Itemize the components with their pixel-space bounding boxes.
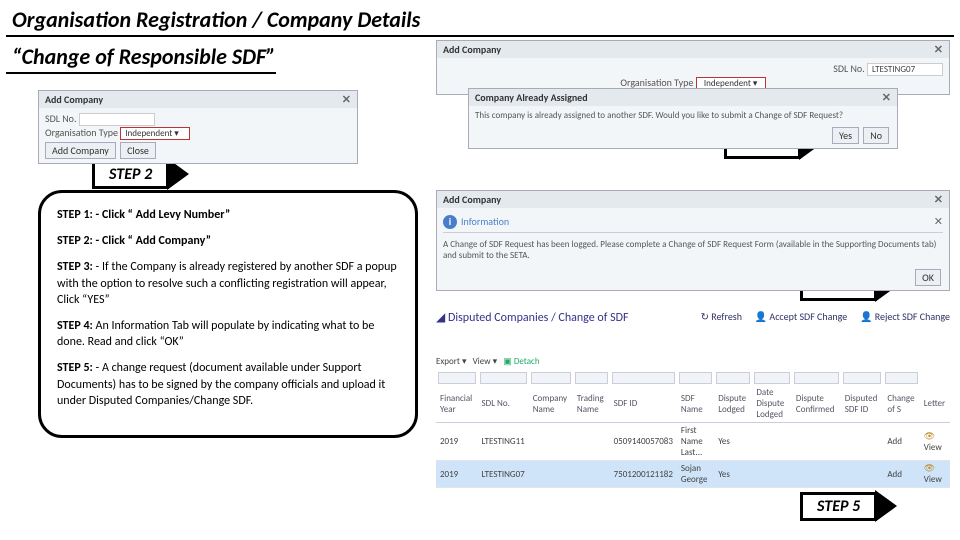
refresh-link[interactable]: ↻ Refresh (701, 310, 742, 323)
view-menu[interactable]: View (473, 356, 491, 367)
info-label: Information (461, 215, 509, 228)
ok-button[interactable]: OK (915, 269, 941, 286)
step2-head: STEP 2: (57, 234, 93, 248)
page-subtitle: “Change of Responsible SDF” (6, 41, 276, 74)
detach-button[interactable]: ▣ Detach (503, 356, 539, 367)
sdl-value: LTESTING07 (867, 63, 943, 76)
step5-head: STEP 5: (57, 361, 93, 375)
win3-title: Company Already Assigned (475, 91, 588, 104)
org-type-select[interactable]: Independent ▾ (120, 127, 190, 140)
step1-head: STEP 1: (57, 208, 93, 222)
info-message: A Change of SDF Request has been logged.… (443, 233, 943, 267)
sdl-label: SDL No. (833, 62, 864, 75)
step2-text: - Click “ Add Company” (93, 234, 211, 248)
step5-text: - A change request (document available u… (57, 361, 385, 407)
page-title: Organisation Registration / Company Deta… (6, 0, 954, 37)
close-icon[interactable]: ✕ (934, 193, 943, 206)
step-5-arrow: STEP 5 (800, 490, 897, 522)
org-type-label: Organisation Type (45, 126, 118, 139)
win1-title: Add Company (45, 93, 103, 106)
view-icon[interactable]: 👁 (924, 431, 935, 442)
view-icon[interactable]: 👁 (924, 463, 935, 474)
close-icon[interactable]: ✕ (934, 43, 943, 56)
info-icon: i (443, 215, 457, 229)
win4-title: Add Company (443, 193, 501, 206)
close-icon[interactable]: ✕ (934, 215, 943, 228)
table-row[interactable]: 2019LTESTING077501200121182Sojan GeorgeY… (436, 461, 950, 488)
disputed-title: Disputed Companies / Change of SDF (448, 311, 629, 325)
no-button[interactable]: No (863, 127, 889, 144)
add-company-button[interactable]: Add Company (45, 142, 116, 159)
sdl-input[interactable] (79, 113, 155, 126)
step-5-label: STEP 5 (800, 492, 877, 521)
step3-head: STEP 3: (57, 260, 93, 274)
close-icon[interactable]: ✕ (342, 93, 351, 106)
add-company-window-small: Add Company ✕ SDL No. Organisation Type I… (38, 90, 358, 164)
step3-text: - If the Company is already registered b… (57, 260, 397, 306)
step4-head: STEP 4: (57, 319, 93, 333)
reject-sdf-link[interactable]: 👤 Reject SDF Change (860, 310, 950, 323)
win3-message: This company is already assigned to anot… (475, 110, 891, 121)
instructions-box: STEP 1: - Click “ Add Levy Number” STEP … (38, 190, 418, 438)
company-assigned-dialog: Company Already Assigned ✕ This company i… (468, 88, 898, 149)
disputed-panel-header: ◢ Disputed Companies / Change of SDF ↻ R… (436, 310, 950, 325)
close-icon[interactable]: ✕ (882, 91, 891, 104)
table-toolbar: Export ▾ View ▾ ▣ Detach (436, 356, 950, 367)
table-header-row: Financial YearSDL No.Company NameTrading… (436, 385, 950, 423)
accept-sdf-link[interactable]: 👤 Accept SDF Change (755, 310, 848, 323)
step4-text: An Information Tab will populate by indi… (57, 319, 374, 349)
win2-title: Add Company (443, 43, 501, 56)
table-row[interactable]: 2019LTESTING110509140057083First Name La… (436, 423, 950, 461)
export-menu[interactable]: Export (436, 356, 460, 367)
sdl-label: SDL No. (45, 112, 76, 125)
disputed-table: Export ▾ View ▾ ▣ Detach Financial YearS… (436, 356, 950, 488)
step1-text: - Click “ Add Levy Number” (93, 208, 230, 222)
add-company-window-bg: Add Company✕ SDL No. LTESTING07 Organisa… (436, 40, 950, 95)
yes-button[interactable]: Yes (832, 127, 859, 144)
add-company-info-window: Add Company ✕ i Information ✕ A Change of S… (436, 190, 950, 291)
close-button[interactable]: Close (120, 142, 156, 159)
